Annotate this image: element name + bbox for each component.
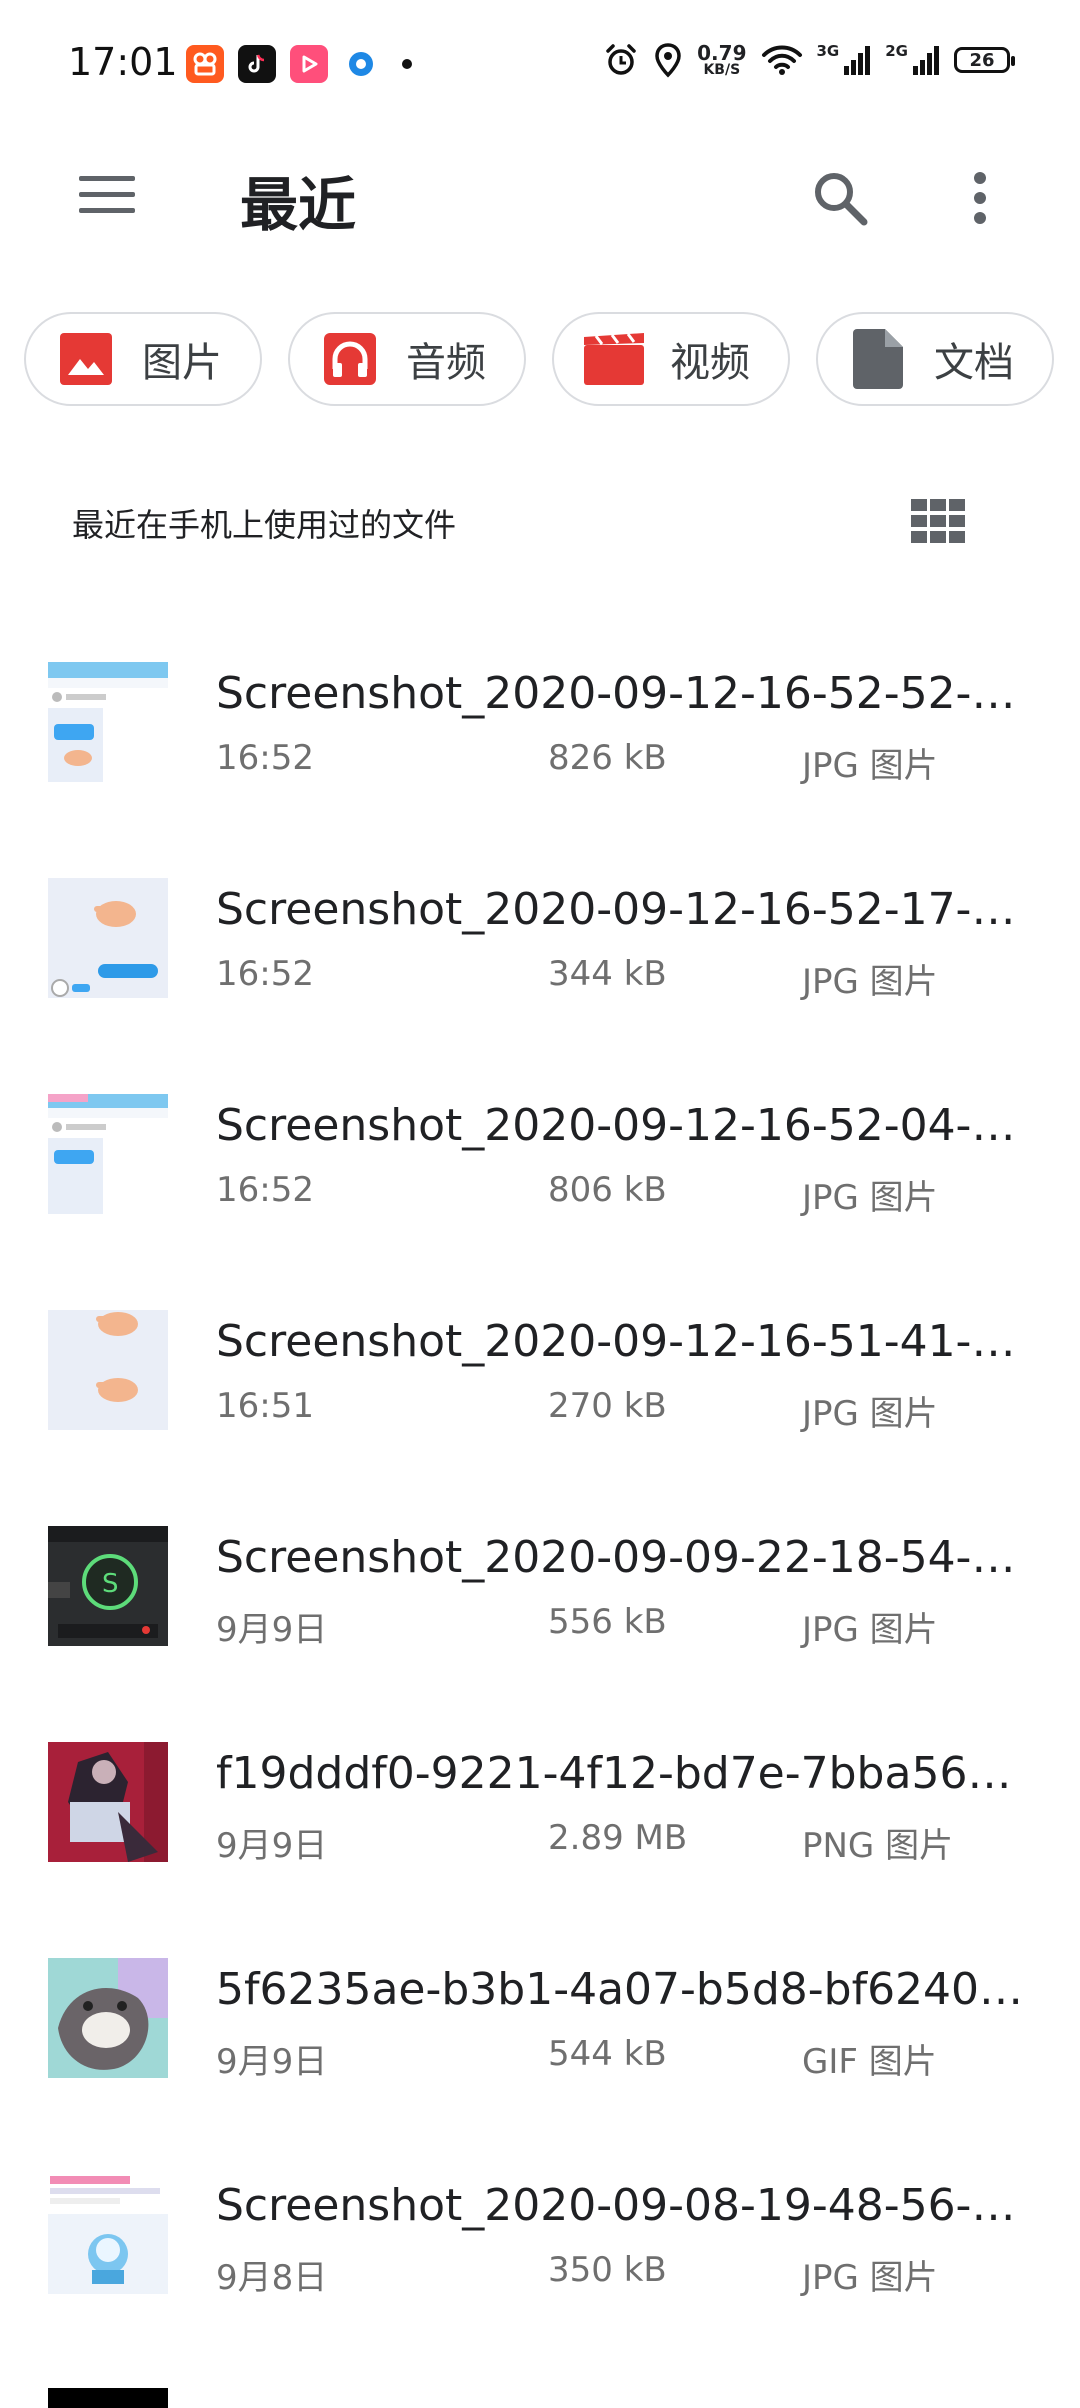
network-speed-value: 0.79 — [697, 41, 747, 65]
network-speed: 0.79 KB/S — [697, 43, 746, 77]
more-options-button[interactable] — [940, 158, 1020, 238]
file-thumbnail — [48, 1742, 168, 1862]
notification-icons — [186, 45, 412, 83]
hamburger-menu-icon — [79, 176, 135, 213]
chip-documents-label: 文档 — [934, 340, 1014, 386]
search-button[interactable] — [800, 158, 880, 238]
file-size: 806 kB — [548, 1170, 667, 1210]
image-icon — [56, 329, 116, 389]
file-date: 9月9日 — [216, 2042, 328, 2082]
file-size: 544 kB — [548, 2034, 667, 2074]
category-chips: 图片 音频 视频 文档 — [24, 312, 1054, 406]
battery-level: 26 — [969, 49, 995, 71]
file-type: JPG 图片 — [802, 746, 938, 786]
file-date: 16:52 — [216, 1170, 314, 1210]
status-bar: 17:01 0.79 KB/S 3G 2G 26 — [0, 0, 1080, 130]
file-name: Screenshot_2020-09-12-16-52-04-06… — [216, 1100, 1036, 1151]
file-row[interactable]: Screenshot_2020-09-12-16-52-04-06… 16:52… — [0, 1052, 1080, 1268]
more-notifications-dot — [402, 59, 412, 69]
more-vert-icon — [974, 172, 986, 224]
battery-icon: 26 — [954, 47, 1015, 73]
headphones-icon — [320, 329, 380, 389]
video-app-icon — [290, 45, 328, 83]
file-name: Screenshot_2020-09-08-19-48-56-08… — [216, 2180, 1036, 2231]
location-icon — [655, 43, 681, 78]
file-size: 2.89 MB — [548, 1818, 688, 1858]
file-size: 270 kB — [548, 1386, 667, 1426]
file-name: Screenshot_2020-09-12-16-52-17-68… — [216, 884, 1036, 935]
file-row[interactable]: Screenshot_2020-09-12-16-51-41-93… 16:51… — [0, 1268, 1080, 1484]
file-date: 16:52 — [216, 738, 314, 778]
file-list: Screenshot_2020-09-12-16-52-52-50… 16:52… — [0, 620, 1080, 2348]
file-name: Screenshot_2020-09-12-16-51-41-93… — [216, 1316, 1036, 1367]
file-size: 344 kB — [548, 954, 667, 994]
signal-2-label: 2G — [885, 42, 908, 60]
file-size: 826 kB — [548, 738, 667, 778]
file-thumbnail: S — [48, 1526, 168, 1646]
file-thumbnail — [48, 1310, 168, 1430]
file-type: GIF 图片 — [802, 2042, 937, 2082]
file-row[interactable]: 5f6235ae-b3b1-4a07-b5d8-bf6240c5… 9月9日 5… — [0, 1916, 1080, 2132]
file-date: 9月9日 — [216, 1826, 328, 1866]
wifi-icon — [761, 45, 802, 75]
file-type: JPG 图片 — [802, 1394, 938, 1434]
alarm-icon — [606, 44, 636, 75]
chip-audio[interactable]: 音频 — [288, 312, 526, 406]
movie-icon — [584, 329, 644, 389]
file-row[interactable]: Screenshot_2020-09-08-19-48-56-08… 9月8日 … — [0, 2132, 1080, 2348]
file-type: JPG 图片 — [802, 1178, 938, 1218]
chip-videos[interactable]: 视频 — [552, 312, 790, 406]
grid-view-button[interactable] — [908, 496, 968, 546]
file-type: JPG 图片 — [802, 1610, 938, 1650]
browser-app-icon — [342, 45, 380, 83]
grid-view-icon — [911, 499, 965, 543]
section-title: 最近在手机上使用过的文件 — [72, 506, 457, 544]
file-size: 350 kB — [548, 2250, 667, 2290]
file-thumbnail — [48, 662, 168, 782]
file-date: 16:52 — [216, 954, 314, 994]
top-app-bar: 最近 — [0, 130, 1080, 260]
chip-videos-label: 视频 — [670, 340, 750, 386]
file-date: 16:51 — [216, 1386, 314, 1426]
signal-1-icon — [844, 46, 871, 75]
page-title: 最近 — [240, 171, 357, 239]
file-row[interactable]: S Screenshot_2020-09-09-22-18-54-49… 9月9… — [0, 1484, 1080, 1700]
signal-1-label: 3G — [816, 42, 840, 60]
file-name: Screenshot_2020-09-09-22-18-54-49… — [216, 1532, 1036, 1583]
file-thumbnail — [48, 1958, 168, 2078]
file-name: f19dddf0-9221-4f12-bd7e-7bba5688… — [216, 1748, 1036, 1799]
file-name: 5f6235ae-b3b1-4a07-b5d8-bf6240c5… — [216, 1964, 1036, 2015]
file-size: 556 kB — [548, 1602, 667, 1642]
document-icon — [848, 329, 908, 389]
file-type: PNG 图片 — [802, 1826, 954, 1866]
file-row[interactable]: Screenshot_2020-09-12-16-52-52-50… 16:52… — [0, 620, 1080, 836]
svg-text:S: S — [102, 1569, 119, 1599]
search-icon — [815, 173, 868, 226]
tiktok-app-icon — [238, 45, 276, 83]
menu-button[interactable] — [66, 160, 148, 230]
next-file-thumbnail-partial — [48, 2388, 168, 2408]
chip-images[interactable]: 图片 — [24, 312, 262, 406]
file-name: Screenshot_2020-09-12-16-52-52-50… — [216, 668, 1036, 719]
file-row[interactable]: f19dddf0-9221-4f12-bd7e-7bba5688… 9月9日 2… — [0, 1700, 1080, 1916]
file-type: JPG 图片 — [802, 962, 938, 1002]
network-speed-unit: KB/S — [703, 62, 741, 78]
file-row[interactable]: Screenshot_2020-09-12-16-52-17-68… 16:52… — [0, 836, 1080, 1052]
file-date: 9月9日 — [216, 1610, 328, 1650]
system-icons: 0.79 KB/S 3G 2G 26 — [603, 42, 1015, 78]
kuaishou-app-icon — [186, 45, 224, 83]
file-thumbnail — [48, 2174, 168, 2294]
chip-images-label: 图片 — [142, 340, 222, 386]
chip-audio-label: 音频 — [406, 340, 486, 386]
file-thumbnail — [48, 878, 168, 998]
file-type: JPG 图片 — [802, 2258, 938, 2298]
signal-2-icon — [913, 46, 939, 75]
status-time: 17:01 — [68, 40, 178, 84]
file-date: 9月8日 — [216, 2258, 328, 2298]
file-thumbnail — [48, 1094, 168, 1214]
chip-documents[interactable]: 文档 — [816, 312, 1054, 406]
